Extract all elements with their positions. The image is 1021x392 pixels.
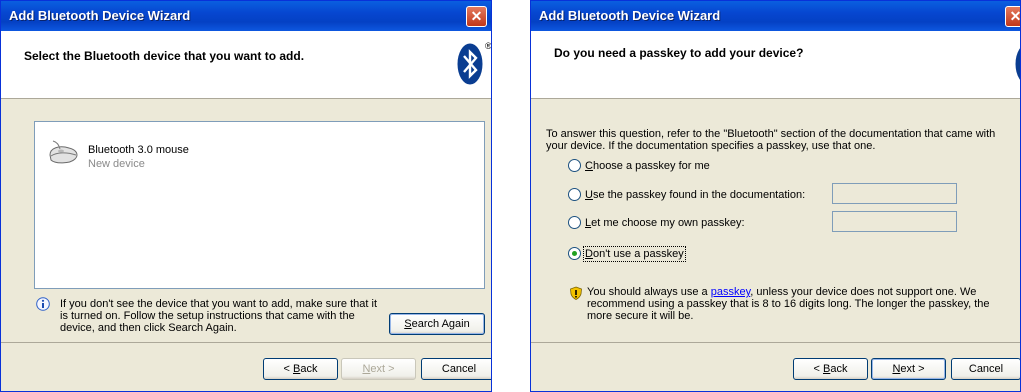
close-button[interactable]: ✕	[466, 6, 487, 27]
next-button[interactable]: Next >	[341, 358, 416, 380]
option-label: Let me choose my own passkey:	[585, 216, 745, 229]
back-button[interactable]: < Back	[263, 358, 338, 380]
search-again-button[interactable]: Search Again	[389, 313, 485, 335]
instructions-text: To answer this question, refer to the "B…	[546, 128, 996, 152]
title-bar[interactable]: Add Bluetooth Device Wizard ✕	[1, 1, 491, 31]
bluetooth-icon	[457, 43, 483, 85]
wizard-body: To answer this question, refer to the "B…	[531, 99, 1020, 342]
option-label: Use the passkey found in the documentati…	[585, 188, 806, 201]
mouse-icon	[49, 140, 78, 164]
add-device-wizard-passkey: Add Bluetooth Device Wizard ✕ Do you nee…	[530, 0, 1021, 392]
option-own-passkey[interactable]: Let me choose my own passkey:	[568, 216, 745, 229]
next-button[interactable]: Next >	[871, 358, 946, 380]
own-passkey-input[interactable]	[832, 211, 957, 232]
radio-button[interactable]	[568, 216, 581, 229]
page-title: Select the Bluetooth device that you wan…	[24, 49, 305, 63]
page-title: Do you need a passkey to add your device…	[554, 46, 804, 60]
device-name: Bluetooth 3.0 mouse	[88, 144, 189, 156]
wizard-header: Do you need a passkey to add your device…	[531, 31, 1020, 99]
option-no-passkey[interactable]: Don't use a passkey	[568, 245, 686, 262]
radio-button[interactable]	[568, 159, 581, 172]
back-button[interactable]: < Back	[793, 358, 868, 380]
cancel-button[interactable]: Cancel	[421, 358, 491, 380]
wizard-body: Bluetooth 3.0 mouse New device If you do…	[1, 99, 491, 342]
radio-button-selected[interactable]	[568, 247, 581, 260]
device-list[interactable]: Bluetooth 3.0 mouse New device	[34, 121, 485, 289]
device-status: New device	[88, 158, 145, 170]
window-title: Add Bluetooth Device Wizard	[9, 8, 191, 23]
close-icon: ✕	[1009, 8, 1021, 24]
info-text: If you don't see the device that you wan…	[60, 298, 378, 334]
registered-mark: ®	[485, 41, 492, 51]
option-choose-passkey[interactable]: Choose a passkey for me	[568, 159, 710, 172]
cancel-button[interactable]: Cancel	[951, 358, 1020, 380]
warning-text: You should always use a passkey, unless …	[587, 286, 990, 322]
bluetooth-icon	[1015, 48, 1020, 80]
close-button[interactable]: ✕	[1005, 6, 1021, 27]
radio-button[interactable]	[568, 188, 581, 201]
info-icon	[36, 297, 50, 311]
wizard-footer: < Back Next > Cancel	[1, 342, 491, 391]
passkey-link[interactable]: passkey	[711, 286, 751, 298]
option-label: Don't use a passkey	[583, 245, 686, 262]
close-icon: ✕	[470, 8, 483, 24]
wizard-footer: < Back Next > Cancel	[531, 342, 1020, 391]
option-documentation-passkey[interactable]: Use the passkey found in the documentati…	[568, 188, 805, 201]
title-bar[interactable]: Add Bluetooth Device Wizard ✕	[531, 1, 1020, 31]
window-title: Add Bluetooth Device Wizard	[539, 8, 721, 23]
option-label: Choose a passkey for me	[585, 159, 710, 172]
documentation-passkey-input[interactable]	[832, 183, 957, 204]
add-device-wizard-select: Add Bluetooth Device Wizard ✕ Select the…	[0, 0, 492, 392]
wizard-header: Select the Bluetooth device that you wan…	[1, 31, 491, 99]
shield-warning-icon	[570, 286, 582, 300]
